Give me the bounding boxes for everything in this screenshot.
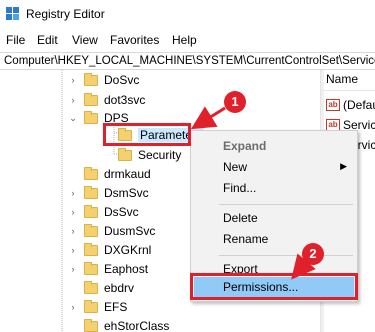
step-badge-2: 2 [302,243,324,265]
expand-chevron-icon[interactable]: › [68,75,78,85]
menu-separator [219,255,353,256]
permissions-highlight-box [190,273,358,300]
tree-node-label: Eaphost [104,262,149,276]
menu-item-find[interactable]: Find... [223,181,256,195]
tree-node-label: DsSvc [104,205,139,219]
tree-node-drmkaud[interactable]: drmkaud [84,165,151,183]
tree-node-dxgkrnl[interactable]: › DXGKrnl [72,241,152,259]
expand-chevron-icon[interactable]: › [68,95,78,105]
tree-node-dosvc[interactable]: › DoSvc [72,71,140,89]
folder-icon [84,166,98,180]
menu-favorites[interactable]: Favorites [110,33,159,47]
value-name: (Default) [343,98,375,112]
address-path: Computer\HKEY_LOCAL_MACHINE\SYSTEM\Curre… [4,55,375,67]
tree-node-ehstorclass[interactable]: ehStorClass [84,317,169,332]
tree-node-dusmsvc[interactable]: › DusmSvc [72,222,156,240]
tree-node-label: ehStorClass [104,319,170,332]
tree-node-label: DoSvc [104,73,140,87]
folder-icon [84,204,98,218]
folder-icon [84,92,98,106]
expand-chevron-icon[interactable]: › [68,302,78,312]
menu-edit[interactable]: Edit [37,33,58,47]
address-bar[interactable]: Computer\HKEY_LOCAL_MACHINE\SYSTEM\Curre… [0,52,375,70]
tree-node-label: EFS [104,300,128,314]
folder-icon [84,223,98,237]
expand-chevron-icon[interactable]: › [68,207,78,217]
folder-icon [84,280,98,294]
registry-editor-icon [6,7,20,21]
tree-node-label: ebdrv [104,281,135,295]
parameters-highlight-box [103,123,191,146]
folder-icon [84,318,98,332]
tree-node-security[interactable]: Security [118,146,181,164]
menu-item-new[interactable]: New [223,160,247,174]
submenu-arrow-icon: ▶ [340,161,347,171]
expand-chevron-icon[interactable]: › [68,245,78,255]
folder-icon [84,242,98,256]
string-value-icon: ab [326,99,340,111]
window-title: Registry Editor [26,7,105,21]
menu-bar: File Edit View Favorites Help [0,30,375,50]
menu-file[interactable]: File [6,33,25,47]
folder-icon [118,147,132,161]
expand-chevron-icon[interactable]: › [68,226,78,236]
tree-node-label: DsmSvc [104,186,149,200]
name-column-header[interactable]: Name [326,72,358,86]
expand-chevron-icon[interactable]: › [68,264,78,274]
menu-item-delete[interactable]: Delete [223,211,258,225]
tree-node-efs[interactable]: › EFS [72,298,128,316]
menu-item-expand[interactable]: Expand [223,139,266,153]
tree-node-dssvc[interactable]: › DsSvc [72,203,139,221]
tree-node-dsmsvc[interactable]: › DsmSvc [72,184,149,202]
tree-node-label: DXGKrnl [104,243,152,257]
tree-node-label: Security [138,148,182,162]
menu-separator [219,204,353,205]
collapse-chevron-icon[interactable]: ⌄ [68,113,78,124]
header-divider [324,90,375,91]
menu-view[interactable]: View [72,33,98,47]
menu-item-rename[interactable]: Rename [223,232,268,246]
menu-help[interactable]: Help [172,33,197,47]
tree-node-ebdrv[interactable]: ebdrv [84,279,134,297]
folder-open-icon [84,110,98,124]
tree-node-label: dot3svc [104,93,146,107]
folder-icon [84,72,98,86]
folder-icon [84,299,98,313]
step-badge-1: 1 [224,91,246,113]
tree-node-label: DusmSvc [104,224,156,238]
tree-node-label: drmkaud [104,167,151,181]
tree-node-eaphost[interactable]: › Eaphost [72,260,149,278]
expand-chevron-icon[interactable]: › [68,188,78,198]
title-bar: Registry Editor [0,0,375,28]
tree-node-dot3svc[interactable]: › dot3svc [72,91,146,109]
value-row[interactable]: ab (Default) [326,98,375,112]
folder-icon [84,185,98,199]
folder-icon [84,261,98,275]
